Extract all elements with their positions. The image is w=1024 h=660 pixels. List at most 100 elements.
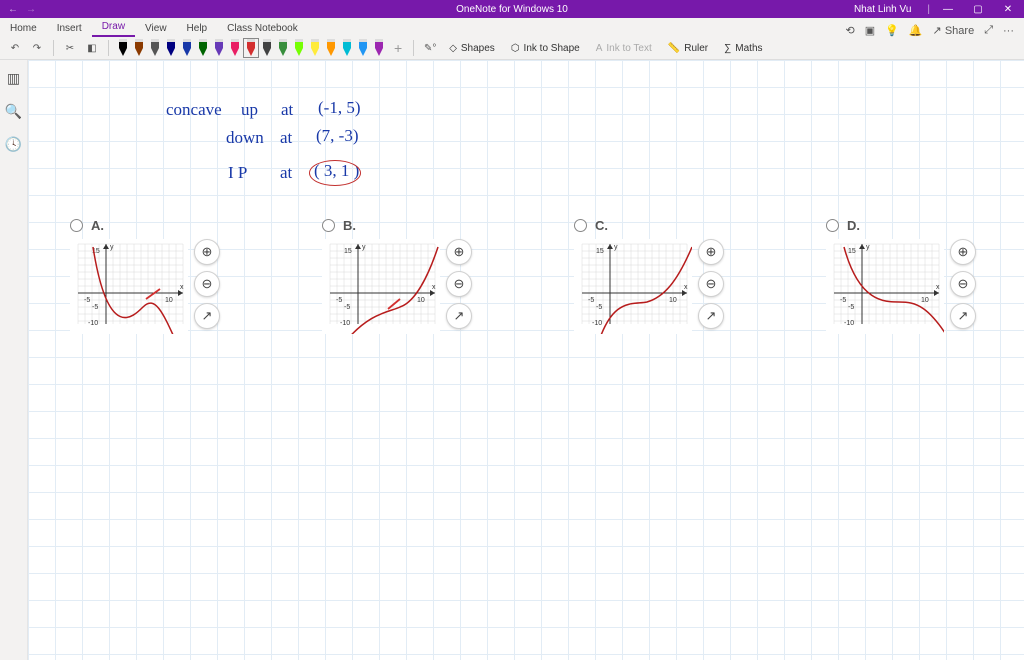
pen-9[interactable] [260,39,274,57]
tab-home[interactable]: Home [0,20,47,37]
svg-text:-10: -10 [592,320,602,327]
svg-text:-5: -5 [336,297,342,304]
zoom-out-button[interactable]: ⊖ [950,271,976,297]
open-graph-button[interactable]: ↗ [950,303,976,329]
add-pen-button[interactable]: + [390,40,406,56]
svg-text:x: x [180,284,184,291]
pen-13[interactable] [324,39,338,57]
choice-radio[interactable] [826,219,839,232]
recent-icon[interactable]: 🕓 [5,136,22,153]
choice-graph: y x 15 -5 -10 -5 10 [826,239,944,334]
zoom-out-button[interactable]: ⊖ [446,271,472,297]
redo-button[interactable]: ↷ [28,39,46,57]
more-button[interactable]: ··· [1003,25,1014,37]
pen-14[interactable] [340,39,354,57]
share-button[interactable]: ↗ Share [933,24,975,37]
zoom-out-button[interactable]: ⊖ [194,271,220,297]
svg-text:-5: -5 [840,297,846,304]
pen-7[interactable] [228,39,242,57]
svg-text:-5: -5 [344,304,350,311]
lasso-select-button[interactable]: ✂ [61,39,79,57]
ruler-button[interactable]: 📏Ruler [662,43,714,54]
window-close-button[interactable]: ✕ [996,4,1020,15]
svg-text:10: 10 [165,297,173,304]
svg-text:y: y [110,244,114,251]
svg-text:x: x [936,284,940,291]
svg-text:15: 15 [596,248,604,255]
tab-class-notebook[interactable]: Class Notebook [217,20,308,37]
ink-text: at [281,100,293,120]
lightbulb-icon[interactable]: 💡 [885,24,899,37]
pen-16[interactable] [372,39,386,57]
choice-radio[interactable] [322,219,335,232]
svg-text:-5: -5 [588,297,594,304]
pen-1[interactable] [132,39,146,57]
svg-text:-5: -5 [596,304,602,311]
ink-text: concave [166,100,222,120]
navigation-icon[interactable]: ▥ [7,70,20,87]
ink-to-shape-button[interactable]: ⬡Ink to Shape [505,43,586,54]
choice-radio[interactable] [574,219,587,232]
fullscreen-icon[interactable]: ⤢ [984,24,993,37]
open-graph-button[interactable]: ↗ [446,303,472,329]
pen-8[interactable] [244,39,258,57]
zoom-in-button[interactable]: ⊕ [950,239,976,265]
eraser-button[interactable]: ◧ [83,39,101,57]
zoom-in-button[interactable]: ⊕ [194,239,220,265]
ink-text: (7, -3) [316,126,358,146]
zoom-in-button[interactable]: ⊕ [698,239,724,265]
page-canvas[interactable]: concave up at (-1, 5) down at (7, -3) I … [28,60,1024,660]
window-maximize-button[interactable]: ▢ [966,4,990,15]
svg-text:-10: -10 [340,320,350,327]
forward-button[interactable]: → [26,4,36,15]
user-name[interactable]: Nhat Linh Vu [854,4,911,15]
svg-text:15: 15 [848,248,856,255]
svg-text:y: y [362,244,366,251]
tab-view[interactable]: View [135,20,177,37]
action-pen-button[interactable]: ✎° [421,39,439,57]
choice-label: C. [595,218,608,233]
open-graph-button[interactable]: ↗ [194,303,220,329]
choice-label: D. [847,218,860,233]
pen-15[interactable] [356,39,370,57]
tab-draw[interactable]: Draw [92,18,135,37]
pen-4[interactable] [180,39,194,57]
ink-text: (-1, 5) [318,98,360,118]
pen-12[interactable] [308,39,322,57]
choice-radio[interactable] [70,219,83,232]
pen-3[interactable] [164,39,178,57]
shapes-button[interactable]: ◇Shapes [443,43,501,54]
ink-text: down [226,128,264,148]
present-icon[interactable]: ▣ [865,24,875,37]
pen-2[interactable] [148,39,162,57]
maths-button[interactable]: ∑Maths [718,43,768,54]
sync-icon[interactable]: ⟲ [846,24,855,37]
open-graph-button[interactable]: ↗ [698,303,724,329]
choice-label: A. [91,218,104,233]
pen-11[interactable] [292,39,306,57]
window-minimize-button[interactable]: — [936,4,960,15]
svg-text:-10: -10 [844,320,854,327]
choice-graph: y x 15 -5 -10 -5 10 [574,239,692,334]
back-button[interactable]: ← [8,4,18,15]
ink-text: I P [228,163,247,183]
svg-text:10: 10 [921,297,929,304]
tab-help[interactable]: Help [177,20,218,37]
pen-5[interactable] [196,39,210,57]
search-icon[interactable]: 🔍 [5,103,22,120]
ribbon-draw: ↶ ↷ ✂ ◧ + ✎° ◇Shapes ⬡Ink to Shape AInk … [0,37,1024,60]
pen-10[interactable] [276,39,290,57]
svg-text:y: y [866,244,870,251]
undo-button[interactable]: ↶ [6,39,24,57]
ribbon-tabs: Home Insert Draw View Help Class Noteboo… [0,18,1024,37]
bell-icon[interactable]: 🔔 [909,24,923,37]
left-rail: ▥ 🔍 🕓 [0,60,28,660]
svg-text:15: 15 [344,248,352,255]
ink-circle-annotation [309,160,361,186]
pen-0[interactable] [116,39,130,57]
tab-insert[interactable]: Insert [47,20,92,37]
zoom-out-button[interactable]: ⊖ [698,271,724,297]
pen-6[interactable] [212,39,226,57]
zoom-in-button[interactable]: ⊕ [446,239,472,265]
svg-text:y: y [614,244,618,251]
